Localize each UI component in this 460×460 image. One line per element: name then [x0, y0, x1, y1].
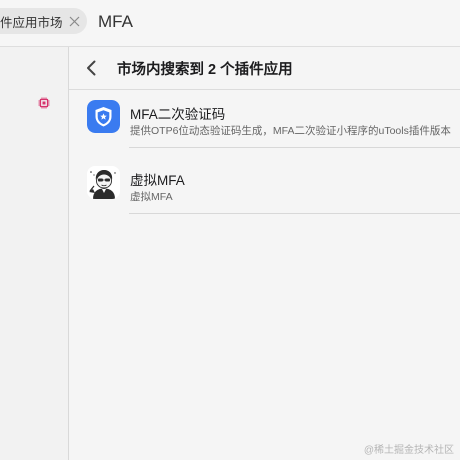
plugin-description: 虚拟MFA: [130, 191, 173, 203]
shield-star-icon: [87, 100, 120, 133]
main-panel: 市场内搜索到 2 个插件应用 MFA二次验证码 提供OTP6位动态验证码生成，M…: [69, 47, 460, 460]
plugin-description: 提供OTP6位动态验证码生成，MFA二次验证小程序的uTools插件版本: [130, 125, 451, 137]
watermark: @稀土掘金技术社区: [363, 445, 454, 456]
plugin-name: MFA二次验证码: [130, 107, 226, 122]
scope-chip[interactable]: 件应用市场: [0, 8, 87, 34]
results-header: 市场内搜索到 2 个插件应用: [69, 47, 460, 90]
back-button[interactable]: [81, 57, 101, 79]
result-list: MFA二次验证码 提供OTP6位动态验证码生成，MFA二次验证小程序的uTool…: [69, 90, 460, 222]
plugin-name: 虚拟MFA: [130, 173, 185, 188]
scope-chip-label: 件应用市场: [0, 15, 63, 30]
chip-icon[interactable]: [38, 96, 50, 109]
page-title: 市场内搜索到 2 个插件应用: [117, 62, 293, 78]
chevron-left-icon: [87, 60, 96, 76]
search-bar: 件应用市场: [0, 0, 460, 47]
cartoon-avatar-icon: [87, 166, 120, 199]
close-icon[interactable]: [69, 15, 81, 27]
plugin-item-virtual-mfa[interactable]: 虚拟MFA 虚拟MFA: [69, 156, 460, 214]
sidebar: [0, 47, 69, 460]
search-input[interactable]: [96, 7, 440, 37]
plugin-item-mfa-code[interactable]: MFA二次验证码 提供OTP6位动态验证码生成，MFA二次验证小程序的uTool…: [69, 90, 460, 148]
